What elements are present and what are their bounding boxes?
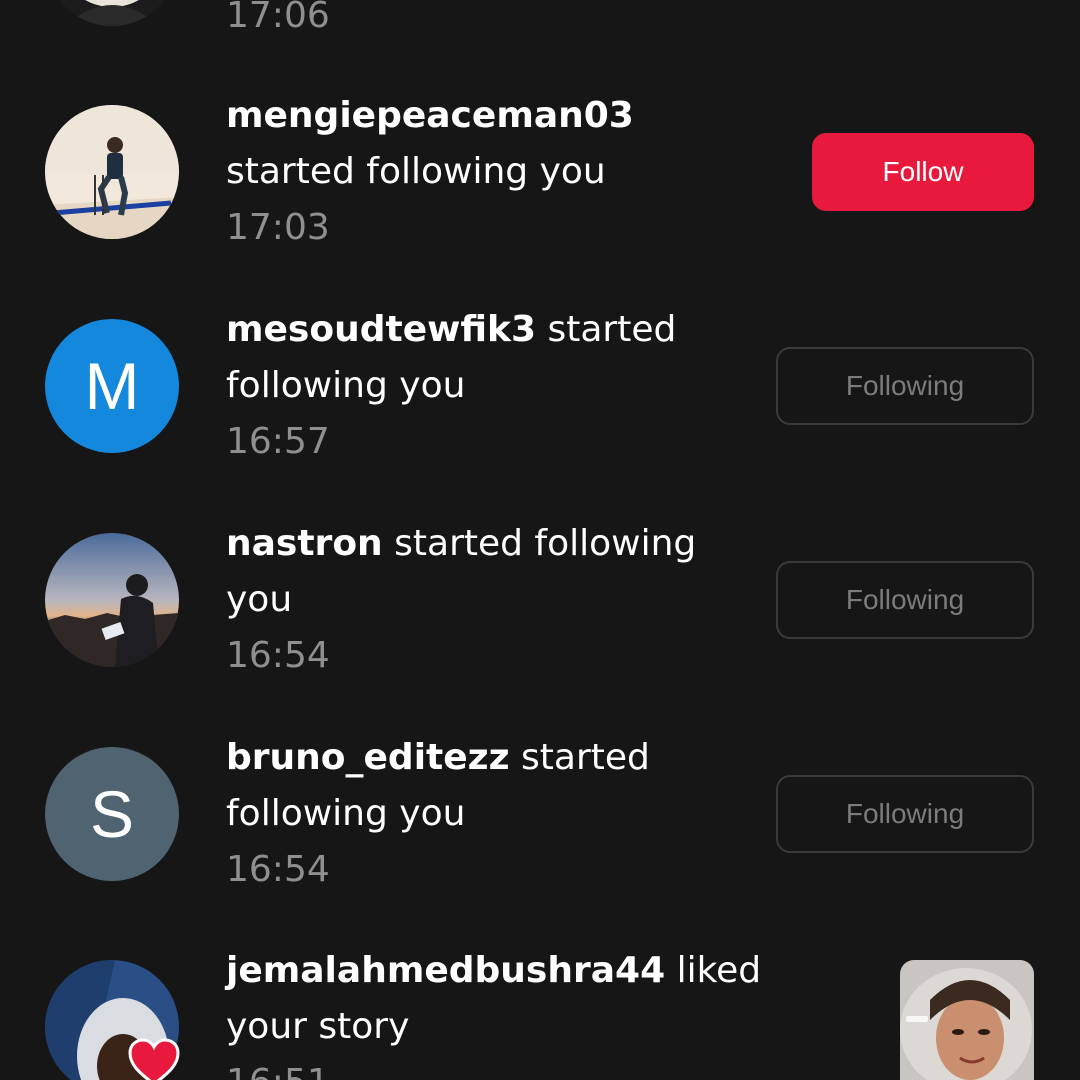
avatar[interactable]	[45, 0, 179, 26]
story-thumbnail-icon	[900, 960, 1034, 1080]
avatar-initial: S	[89, 777, 135, 851]
timestamp: 17:03	[226, 207, 330, 248]
notification-row[interactable]: jemalahmedbushra44 liked your story 16:5…	[0, 943, 1080, 1080]
follow-button[interactable]: Follow	[812, 133, 1034, 211]
profile-photo-icon	[45, 105, 179, 239]
username[interactable]: bruno_editezz	[226, 737, 510, 778]
profile-photo-icon	[45, 533, 179, 667]
notification-row[interactable]: 17:06	[0, 0, 1080, 40]
avatar[interactable]: S	[45, 747, 179, 881]
notification-row[interactable]: S bruno_editezz started following you 16…	[0, 730, 1080, 910]
following-button[interactable]: Following	[776, 561, 1034, 639]
notification-text: bruno_editezz started following you 16:5…	[226, 730, 746, 898]
following-button[interactable]: Following	[776, 347, 1034, 425]
profile-photo-icon	[45, 0, 179, 26]
following-button[interactable]: Following	[776, 775, 1034, 853]
notification-row[interactable]: nastron started following you 16:54 Foll…	[0, 516, 1080, 696]
notification-text: 17:06	[226, 0, 330, 44]
action-text: started following you	[226, 151, 606, 192]
timestamp: 17:06	[226, 0, 330, 36]
timestamp: 16:54	[226, 635, 330, 676]
username[interactable]: mesoudtewfik3	[226, 309, 536, 350]
avatar-initial: M	[84, 349, 140, 423]
notification-row[interactable]: M mesoudtewfik3 started following you 16…	[0, 302, 1080, 482]
notification-text: nastron started following you 16:54	[226, 516, 746, 684]
timestamp: 16:57	[226, 421, 330, 462]
heart-icon	[128, 1038, 180, 1080]
notification-text: mengiepeaceman03 started following you 1…	[226, 88, 634, 256]
story-thumbnail[interactable]	[900, 960, 1034, 1080]
username[interactable]: jemalahmedbushra44	[226, 950, 665, 991]
avatar[interactable]: M	[45, 319, 179, 453]
username[interactable]: nastron	[226, 523, 383, 564]
notifications-screen: 17:06 mengiepeaceman03 started following…	[0, 0, 1080, 1080]
avatar[interactable]	[45, 533, 179, 667]
notification-text: jemalahmedbushra44 liked your story 16:5…	[226, 943, 786, 1080]
notification-text: mesoudtewfik3 started following you 16:5…	[226, 302, 746, 470]
notification-row[interactable]: mengiepeaceman03 started following you 1…	[0, 88, 1080, 268]
timestamp: 16:51	[226, 1055, 786, 1080]
timestamp: 16:54	[226, 849, 330, 890]
username[interactable]: mengiepeaceman03	[226, 95, 634, 136]
avatar[interactable]	[45, 105, 179, 239]
